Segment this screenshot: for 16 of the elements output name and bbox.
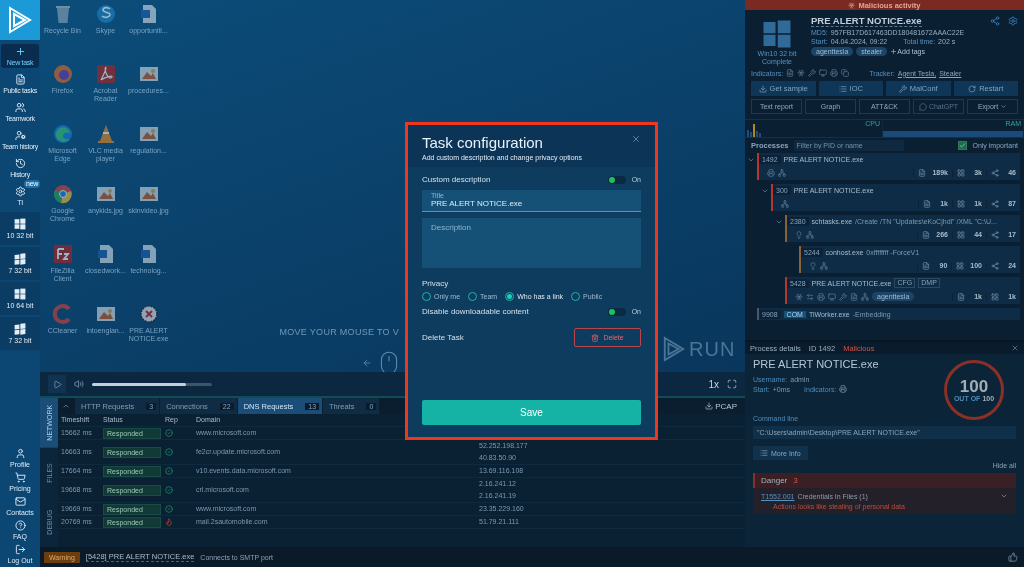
setting-label: Custom description [422, 175, 491, 184]
process-name: PRE ALERT NOTICE.exe [753, 358, 880, 370]
setting-label: Delete Task [422, 333, 464, 342]
logo-text: RUN [689, 337, 736, 361]
danger-label: Danger [761, 476, 788, 485]
title-field[interactable]: PRE ALERT NOTICE.exe [431, 199, 632, 208]
score-value: 100 [959, 378, 989, 395]
danger-count: 3 [793, 476, 798, 485]
task-title: PRE ALERT NOTICE.exe [811, 15, 922, 27]
dialog-title: Task configuration [422, 134, 543, 151]
privacy-label: Privacy [422, 279, 450, 288]
mouse-hint-text: MOVE YOUR MOUSE TO V [279, 327, 399, 337]
pcap-button[interactable]: PCAP [705, 401, 737, 411]
playback-speed[interactable]: 1x [708, 378, 719, 390]
setting-label: Disable downloadable content [422, 307, 529, 316]
description-field[interactable]: Description [422, 218, 641, 268]
